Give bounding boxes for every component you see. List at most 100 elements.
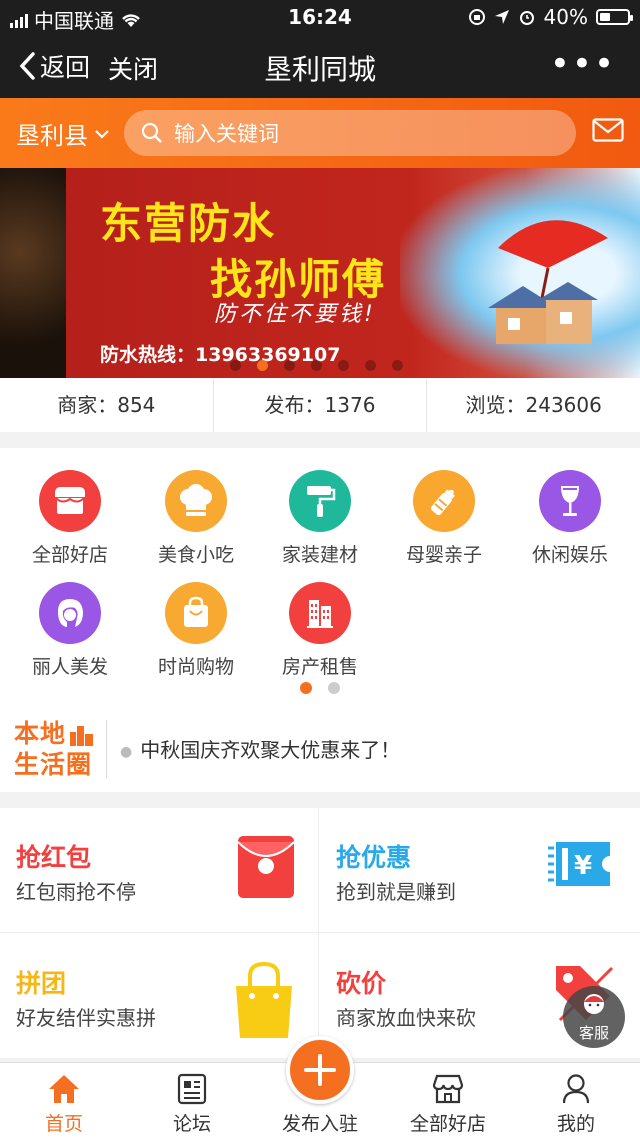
carousel-dot[interactable] [338, 360, 349, 371]
battery-percent: 40% [543, 5, 588, 29]
promo-subtitle: 商家放血快来砍 [336, 1006, 476, 1030]
divider [106, 720, 107, 778]
store-icon [432, 1074, 464, 1104]
paint-roller-icon [289, 470, 351, 532]
baby-bottle-icon [413, 470, 475, 532]
promo-grid: 抢红包 红包雨抢不停 抢优惠 抢到就是赚到 ¥ 拼团 好友结伴实惠拼 砍价 商家… [0, 808, 640, 1058]
red-envelope-icon [237, 836, 295, 898]
house-umbrella-image [488, 220, 608, 344]
forum-icon [177, 1073, 207, 1105]
stats-bar: 商家：854 发布：1376 浏览：243606 [0, 378, 640, 432]
tab-label: 论坛 [172, 1113, 211, 1135]
publish-plus-button[interactable] [286, 1036, 354, 1104]
category-label: 时尚购物 [157, 656, 234, 678]
banner-carousel[interactable]: 东营防水 找孙师傅 防不住不要钱! 防水热线：13963369107 [0, 168, 640, 378]
mail-icon[interactable] [592, 118, 624, 142]
tab-label: 首页 [44, 1113, 83, 1135]
user-icon [562, 1074, 590, 1104]
more-button[interactable]: ••• [550, 44, 616, 84]
coupon-icon: ¥ [548, 842, 610, 886]
home-icon [49, 1075, 79, 1103]
notice-bar[interactable]: 本地 生活圈 ● 中秋国庆齐欢聚大优惠来了！ [0, 706, 640, 792]
carousel-dot[interactable] [365, 360, 376, 371]
status-bar: 中国联通 16:24 40% [0, 0, 640, 34]
wine-glass-icon [539, 470, 601, 532]
category-label: 家装建材 [281, 544, 358, 566]
category-beauty[interactable]: 丽人美发 [6, 582, 134, 679]
woman-hair-icon [39, 582, 101, 644]
search-header: 垦利县 输入关键词 [0, 98, 640, 168]
plus-icon [304, 1054, 336, 1086]
chevron-down-icon [95, 129, 109, 139]
promo-discount[interactable]: 抢优惠 抢到就是赚到 ¥ [320, 808, 638, 932]
promo-title: 抢红包 [16, 843, 92, 872]
category-real-estate[interactable]: 房产租售 [256, 582, 384, 679]
tab-label: 我的 [556, 1113, 595, 1135]
carousel-dot[interactable] [230, 360, 241, 371]
tab-all-shops[interactable]: 全部好店 [384, 1063, 512, 1138]
service-label: 客服 [578, 1024, 609, 1042]
search-placeholder: 输入关键词 [174, 122, 279, 146]
search-input[interactable]: 输入关键词 [124, 110, 576, 156]
category-mother-baby[interactable]: 母婴亲子 [380, 470, 508, 567]
search-icon [141, 122, 162, 143]
carousel-dot[interactable] [392, 360, 403, 371]
promo-red-packet[interactable]: 抢红包 红包雨抢不停 [0, 808, 318, 932]
local-life-logo: 本地 生活圈 [14, 719, 93, 779]
banner-slogan: 防不住不要钱! [214, 302, 376, 327]
tab-label: 全部好店 [409, 1113, 486, 1135]
tab-forum[interactable]: 论坛 [128, 1063, 256, 1138]
carousel-dot[interactable] [284, 360, 295, 371]
page-dot [328, 682, 340, 694]
carousel-dot[interactable] [311, 360, 322, 371]
promo-title: 抢优惠 [336, 843, 412, 872]
category-grid: 全部好店 美食小吃 家装建材 母婴亲子 休闲娱乐 丽人美发 时尚购物 房产租售 [0, 448, 640, 706]
building-icon [289, 582, 351, 644]
shopping-bag-icon [236, 961, 292, 1038]
category-label: 全部好店 [31, 544, 108, 566]
divider [0, 932, 640, 933]
category-label: 房产租售 [281, 656, 358, 678]
stat-merchants: 商家：854 [0, 378, 214, 432]
stat-views: 浏览：243606 [465, 393, 602, 417]
tab-label: 发布入驻 [281, 1113, 358, 1135]
banner-headline-1: 东营防水 [100, 199, 277, 248]
promo-subtitle: 抢到就是赚到 [336, 880, 456, 904]
service-avatar-icon [584, 994, 604, 1014]
county-label: 垦利县 [16, 122, 88, 150]
customer-service-button[interactable]: 客服 [563, 986, 625, 1048]
category-leisure[interactable]: 休闲娱乐 [506, 470, 634, 567]
promo-group-buy[interactable]: 拼团 好友结伴实惠拼 [0, 934, 318, 1058]
category-label: 丽人美发 [31, 656, 108, 678]
stat-posts: 发布：1376 [214, 378, 428, 432]
tab-home[interactable]: 首页 [0, 1063, 128, 1138]
battery-icon [596, 9, 633, 25]
page-dot-active [300, 682, 312, 694]
carousel-dot-active[interactable] [257, 360, 268, 371]
city-skyline-icon [70, 726, 93, 746]
category-home-decor[interactable]: 家装建材 [256, 470, 384, 567]
category-all-shops[interactable]: 全部好店 [6, 470, 134, 567]
divider [318, 808, 319, 1058]
promo-subtitle: 红包雨抢不停 [16, 880, 136, 904]
carousel-indicator [230, 360, 403, 371]
nav-bar: 返回 关闭 垦利同城 ••• [0, 34, 640, 98]
category-food[interactable]: 美食小吃 [132, 470, 260, 567]
rotation-lock-icon [468, 9, 485, 25]
bullet-icon: ● [120, 743, 133, 760]
location-icon [494, 10, 509, 24]
shop-icon [39, 470, 101, 532]
category-label: 美食小吃 [157, 544, 234, 566]
banner-side-image [0, 168, 66, 378]
promo-subtitle: 好友结伴实惠拼 [16, 1006, 156, 1030]
category-shopping[interactable]: 时尚购物 [132, 582, 260, 679]
shopping-bag-icon [165, 582, 227, 644]
tab-mine[interactable]: 我的 [512, 1063, 640, 1138]
promo-title: 拼团 [16, 969, 67, 998]
notice-text: ● 中秋国庆齐欢聚大优惠来了！ [120, 738, 401, 762]
page-title: 垦利同城 [263, 53, 376, 86]
promo-title: 砍价 [336, 969, 387, 998]
county-selector[interactable]: 垦利县 [16, 116, 110, 151]
chef-hat-icon [165, 470, 227, 532]
category-page-indicator [300, 682, 340, 694]
